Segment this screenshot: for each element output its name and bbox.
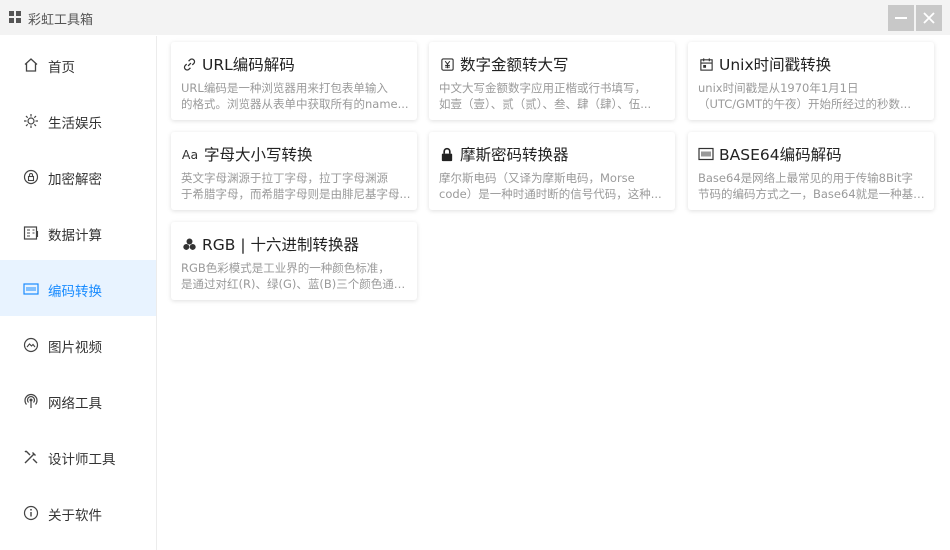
card-description: URL编码是一种浏览器用来打包表单输入 的格式。浏览器从表单中获取所有的name…: [181, 80, 411, 112]
card-title: 摩斯密码转换器: [460, 146, 569, 164]
card-description: Base64是网络上最常见的用于传输8Bit字 节码的编码方式之一，Base64…: [698, 170, 928, 202]
card-title: URL编码解码: [202, 56, 295, 74]
card-desc-line: code）是一种时通时断的信号代码，这种...: [439, 187, 662, 201]
sidebar-item-network[interactable]: 网络工具: [0, 372, 156, 428]
network-icon: [22, 392, 40, 410]
tool-grid: URL编码解码 URL编码是一种浏览器用来打包表单输入 的格式。浏览器从表单中获…: [158, 36, 950, 550]
sidebar-item-label: 数据计算: [48, 228, 102, 244]
card-title: 数字金额转大写: [460, 56, 569, 74]
card-desc-line: 于希腊字母，而希腊字母则是由腓尼基字母...: [181, 187, 411, 201]
minimize-icon: [895, 17, 907, 19]
close-button[interactable]: [916, 5, 942, 31]
card-description: unix时间戳是从1970年1月1日 （UTC/GMT的午夜）开始所经过的秒数.…: [698, 80, 928, 112]
card-desc-line: 英文字母渊源于拉丁字母，拉丁字母渊源: [181, 171, 388, 185]
sidebar-item-encoding[interactable]: 编码转换: [0, 260, 156, 316]
card-desc-line: 摩尔斯电码（又译为摩斯电码，Morse: [439, 171, 635, 185]
image-icon: [22, 336, 40, 354]
card-desc-line: 的格式。浏览器从表单中获取所有的name...: [181, 97, 409, 111]
card-description: 英文字母渊源于拉丁字母，拉丁字母渊源 于希腊字母，而希腊字母则是由腓尼基字母..…: [181, 170, 411, 202]
card-desc-line: 节码的编码方式之一，Base64就是一种基于...: [698, 187, 928, 201]
sidebar: 首页 生活娱乐 加密解密 数据计算 编码转换 图片视频 网络工具 设计师工具 关…: [0, 36, 157, 550]
card-description: 中文大写金额数字应用正楷或行书填写， 如壹（壹）、贰（贰）、叁、肆（肆）、伍..…: [439, 80, 669, 112]
minimize-button[interactable]: [888, 5, 914, 31]
card-description: RGB色彩模式是工业界的一种颜色标准， 是通过对红(R)、绿(G)、蓝(B)三个…: [181, 260, 411, 292]
card-desc-line: （UTC/GMT的午夜）开始所经过的秒数...: [698, 97, 911, 111]
code-icon: [22, 280, 40, 298]
padlock-icon: [439, 146, 455, 162]
card-desc-line: 如壹（壹）、贰（贰）、叁、肆（肆）、伍...: [439, 97, 652, 111]
tool-card-letter-case[interactable]: Aa 字母大小写转换 英文字母渊源于拉丁字母，拉丁字母渊源 于希腊字母，而希腊字…: [171, 132, 417, 210]
card-desc-line: 中文大写金额数字应用正楷或行书填写，: [439, 81, 646, 95]
tool-card-unix-timestamp[interactable]: Unix时间戳转换 unix时间戳是从1970年1月1日 （UTC/GMT的午夜…: [688, 42, 934, 120]
sun-icon: [22, 112, 40, 130]
tool-card-base64[interactable]: BASE64编码解码 Base64是网络上最常见的用于传输8Bit字 节码的编码…: [688, 132, 934, 210]
home-icon: [22, 56, 40, 74]
sidebar-item-label: 图片视频: [48, 340, 102, 356]
sidebar-item-label: 加密解密: [48, 172, 102, 188]
sidebar-item-crypto[interactable]: 加密解密: [0, 148, 156, 204]
sidebar-item-about[interactable]: 关于软件: [0, 484, 156, 540]
sidebar-item-label: 网络工具: [48, 396, 102, 412]
sidebar-item-label: 首页: [48, 60, 75, 76]
card-title: RGB | 十六进制转换器: [202, 236, 359, 254]
letter-case-icon: Aa: [181, 146, 199, 162]
lock-circle-icon: [22, 168, 40, 186]
sidebar-item-designer-tools[interactable]: 设计师工具: [0, 428, 156, 484]
sidebar-item-label: 生活娱乐: [48, 116, 102, 132]
sidebar-item-calculation[interactable]: 数据计算: [0, 204, 156, 260]
card-desc-line: Base64是网络上最常见的用于传输8Bit字: [698, 171, 914, 185]
card-description: 摩尔斯电码（又译为摩斯电码，Morse code）是一种时通时断的信号代码，这种…: [439, 170, 669, 202]
card-desc-line: unix时间戳是从1970年1月1日: [698, 81, 859, 95]
app-grid-icon: [9, 11, 21, 23]
info-icon: [22, 504, 40, 522]
sidebar-item-image-video[interactable]: 图片视频: [0, 316, 156, 372]
rgb-icon: [181, 236, 197, 252]
title-bar: 彩虹工具箱: [0, 0, 950, 35]
link-icon: [181, 56, 197, 72]
calendar-icon: [698, 56, 714, 72]
card-title: BASE64编码解码: [719, 146, 842, 164]
sidebar-item-life[interactable]: 生活娱乐: [0, 92, 156, 148]
base64-icon: [698, 146, 714, 162]
money-icon: [439, 56, 455, 72]
sidebar-item-label: 编码转换: [48, 284, 102, 300]
tool-card-url-codec[interactable]: URL编码解码 URL编码是一种浏览器用来打包表单输入 的格式。浏览器从表单中获…: [171, 42, 417, 120]
sidebar-item-label: 关于软件: [48, 508, 102, 524]
tool-card-rgb-hex[interactable]: RGB | 十六进制转换器 RGB色彩模式是工业界的一种颜色标准， 是通过对红(…: [171, 222, 417, 300]
calculator-icon: [22, 224, 40, 242]
card-desc-line: URL编码是一种浏览器用来打包表单输入: [181, 81, 388, 95]
card-title: 字母大小写转换: [204, 146, 313, 164]
tool-card-amount-uppercase[interactable]: 数字金额转大写 中文大写金额数字应用正楷或行书填写， 如壹（壹）、贰（贰）、叁、…: [429, 42, 675, 120]
close-icon: [923, 12, 935, 24]
window-title: 彩虹工具箱: [28, 13, 94, 28]
tool-card-morse-code[interactable]: 摩斯密码转换器 摩尔斯电码（又译为摩斯电码，Morse code）是一种时通时断…: [429, 132, 675, 210]
sidebar-item-home[interactable]: 首页: [0, 36, 156, 92]
card-title: Unix时间戳转换: [719, 56, 832, 74]
sidebar-item-label: 设计师工具: [48, 452, 116, 468]
design-tools-icon: [22, 448, 40, 466]
card-desc-line: RGB色彩模式是工业界的一种颜色标准，: [181, 261, 390, 275]
card-desc-line: 是通过对红(R)、绿(G)、蓝(B)三个颜色通道...: [181, 277, 411, 291]
